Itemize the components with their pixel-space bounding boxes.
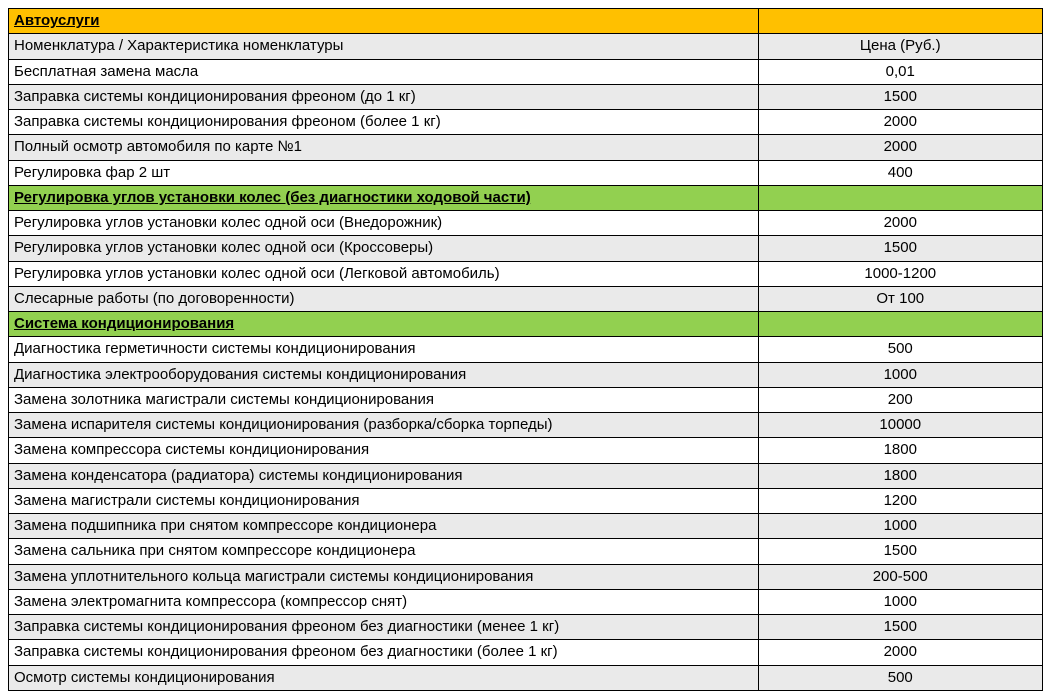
service-price: 1000-1200 bbox=[758, 261, 1042, 286]
table-row: Бесплатная замена масла0,01 bbox=[9, 59, 1043, 84]
table-row: Заправка системы кондиционирования фреон… bbox=[9, 84, 1043, 109]
service-name: Регулировка углов установки колес одной … bbox=[9, 211, 759, 236]
service-price: 1500 bbox=[758, 236, 1042, 261]
service-name: Замена испарителя системы кондиционирова… bbox=[9, 413, 759, 438]
service-price: 1000 bbox=[758, 589, 1042, 614]
table-row: Регулировка углов установки колес одной … bbox=[9, 211, 1043, 236]
service-price: 2000 bbox=[758, 135, 1042, 160]
service-name: Бесплатная замена масла bbox=[9, 59, 759, 84]
service-price: 500 bbox=[758, 665, 1042, 690]
section-header-price-empty bbox=[758, 312, 1042, 337]
service-name: Заправка системы кондиционирования фреон… bbox=[9, 84, 759, 109]
service-price: 400 bbox=[758, 160, 1042, 185]
table-row: Замена сальника при снятом компрессоре к… bbox=[9, 539, 1043, 564]
service-name: Замена конденсатора (радиатора) системы … bbox=[9, 463, 759, 488]
service-price: 1500 bbox=[758, 539, 1042, 564]
column-name-header: Номенклатура / Характеристика номенклату… bbox=[9, 34, 759, 59]
table-row: Замена конденсатора (радиатора) системы … bbox=[9, 463, 1043, 488]
price-table: АвтоуслугиНоменклатура / Характеристика … bbox=[8, 8, 1043, 691]
service-price: 200 bbox=[758, 387, 1042, 412]
service-name: Замена магистрали системы кондиционирова… bbox=[9, 488, 759, 513]
section-header-price-empty bbox=[758, 185, 1042, 210]
service-price: 1000 bbox=[758, 514, 1042, 539]
service-price: 1200 bbox=[758, 488, 1042, 513]
table-row: Замена подшипника при снятом компрессоре… bbox=[9, 514, 1043, 539]
column-price-header: Цена (Руб.) bbox=[758, 34, 1042, 59]
service-name: Заправка системы кондиционирования фреон… bbox=[9, 615, 759, 640]
service-name: Заправка системы кондиционирования фреон… bbox=[9, 110, 759, 135]
table-row: Диагностика электрооборудования системы … bbox=[9, 362, 1043, 387]
service-name: Заправка системы кондиционирования фреон… bbox=[9, 640, 759, 665]
service-price: От 100 bbox=[758, 286, 1042, 311]
table-row: Полный осмотр автомобиля по карте №12000 bbox=[9, 135, 1043, 160]
table-row: Заправка системы кондиционирования фреон… bbox=[9, 615, 1043, 640]
table-row: Заправка системы кондиционирования фреон… bbox=[9, 640, 1043, 665]
table-row: Регулировка фар 2 шт400 bbox=[9, 160, 1043, 185]
service-name: Осмотр системы кондиционирования bbox=[9, 665, 759, 690]
service-price: 2000 bbox=[758, 640, 1042, 665]
service-name: Регулировка углов установки колес одной … bbox=[9, 236, 759, 261]
service-price: 2000 bbox=[758, 211, 1042, 236]
section-header-price-empty bbox=[758, 9, 1042, 34]
table-row: Замена электромагнита компрессора (компр… bbox=[9, 589, 1043, 614]
service-name: Диагностика электрооборудования системы … bbox=[9, 362, 759, 387]
service-name: Регулировка углов установки колес одной … bbox=[9, 261, 759, 286]
table-row: Диагностика герметичности системы кондиц… bbox=[9, 337, 1043, 362]
section-header-row: Система кондиционирования bbox=[9, 312, 1043, 337]
service-name: Замена компрессора системы кондициониров… bbox=[9, 438, 759, 463]
service-name: Замена сальника при снятом компрессоре к… bbox=[9, 539, 759, 564]
section-header-row: Регулировка углов установки колес (без д… bbox=[9, 185, 1043, 210]
service-name: Полный осмотр автомобиля по карте №1 bbox=[9, 135, 759, 160]
service-name: Слесарные работы (по договоренности) bbox=[9, 286, 759, 311]
service-price: 2000 bbox=[758, 110, 1042, 135]
service-price: 500 bbox=[758, 337, 1042, 362]
service-price: 1000 bbox=[758, 362, 1042, 387]
service-price: 0,01 bbox=[758, 59, 1042, 84]
table-row: Заправка системы кондиционирования фреон… bbox=[9, 110, 1043, 135]
table-row: Замена уплотнительного кольца магистрали… bbox=[9, 564, 1043, 589]
service-name: Замена подшипника при снятом компрессоре… bbox=[9, 514, 759, 539]
section-title: Регулировка углов установки колес (без д… bbox=[9, 185, 759, 210]
table-row: Регулировка углов установки колес одной … bbox=[9, 236, 1043, 261]
service-price: 200-500 bbox=[758, 564, 1042, 589]
section-title: Автоуслуги bbox=[9, 9, 759, 34]
service-name: Замена золотника магистрали системы конд… bbox=[9, 387, 759, 412]
service-price: 1500 bbox=[758, 84, 1042, 109]
service-name: Диагностика герметичности системы кондиц… bbox=[9, 337, 759, 362]
table-row: Замена компрессора системы кондициониров… bbox=[9, 438, 1043, 463]
table-row: Замена испарителя системы кондиционирова… bbox=[9, 413, 1043, 438]
section-title: Система кондиционирования bbox=[9, 312, 759, 337]
table-row: Регулировка углов установки колес одной … bbox=[9, 261, 1043, 286]
service-name: Регулировка фар 2 шт bbox=[9, 160, 759, 185]
table-row: Замена золотника магистрали системы конд… bbox=[9, 387, 1043, 412]
column-header-row: Номенклатура / Характеристика номенклату… bbox=[9, 34, 1043, 59]
service-name: Замена уплотнительного кольца магистрали… bbox=[9, 564, 759, 589]
table-row: Осмотр системы кондиционирования500 bbox=[9, 665, 1043, 690]
service-price: 1500 bbox=[758, 615, 1042, 640]
service-price: 10000 bbox=[758, 413, 1042, 438]
table-row: Слесарные работы (по договоренности)От 1… bbox=[9, 286, 1043, 311]
service-price: 1800 bbox=[758, 438, 1042, 463]
service-name: Замена электромагнита компрессора (компр… bbox=[9, 589, 759, 614]
table-row: Замена магистрали системы кондиционирова… bbox=[9, 488, 1043, 513]
service-price: 1800 bbox=[758, 463, 1042, 488]
section-header-row: Автоуслуги bbox=[9, 9, 1043, 34]
